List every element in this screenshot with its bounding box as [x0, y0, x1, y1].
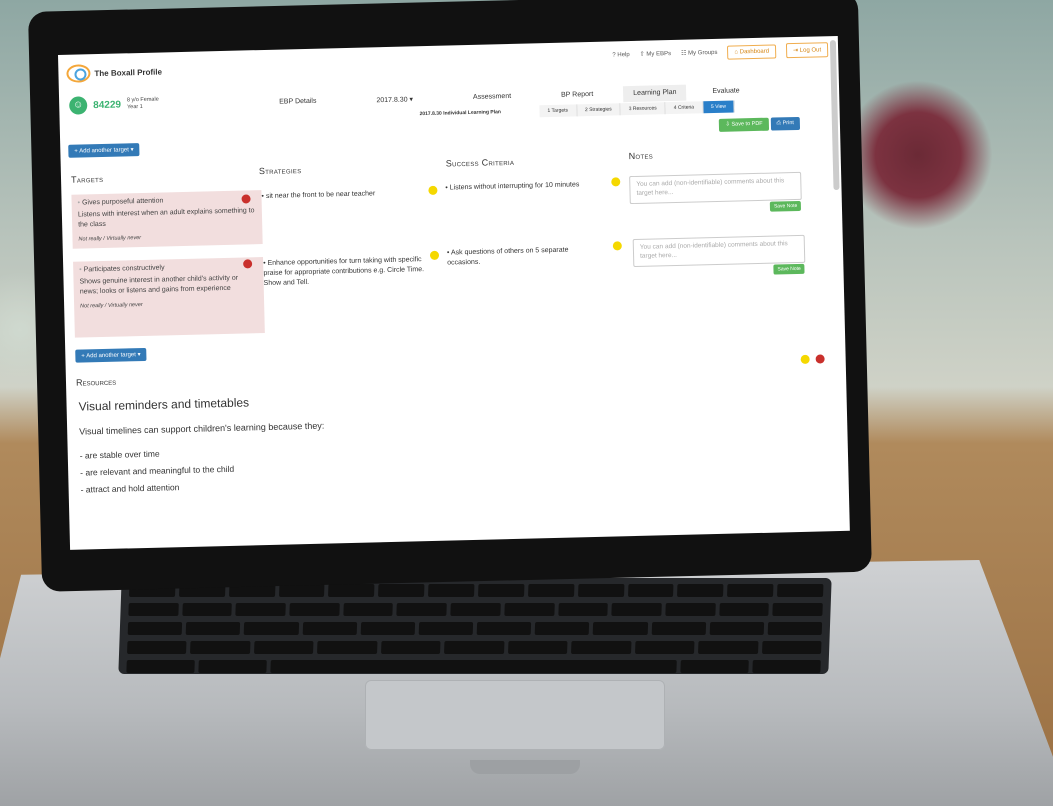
my-groups-link[interactable]: ☷ My Groups: [681, 49, 718, 57]
target-description: Listens with interest when an adult expl…: [77, 207, 255, 229]
save-pdf-button[interactable]: ⇩ Save to PDF: [719, 117, 769, 132]
pupil-year: Year 1: [127, 103, 143, 111]
criteria-text: Listens without interrupting for 10 minu…: [445, 179, 615, 193]
pupil-info: ☺ 84229 8 y/o Female Year 1: [69, 95, 159, 115]
pupil-id: 84229: [93, 98, 122, 111]
dashboard-button[interactable]: ⌂ Dashboard: [727, 43, 777, 60]
tab-evaluate[interactable]: Evaluate: [702, 83, 750, 100]
target-card: Gives purposeful attention Listens with …: [71, 190, 263, 249]
logout-button[interactable]: ⇥ Log Out: [785, 42, 829, 59]
pupil-age-gender: 8 y/o Female: [126, 96, 159, 104]
tab-learning-plan[interactable]: Learning Plan: [623, 84, 687, 103]
step-view[interactable]: 5 View: [702, 100, 736, 114]
scrollbar[interactable]: [829, 39, 840, 191]
strategy-text: Enhance opportunities for turn taking wi…: [263, 255, 429, 289]
app-name: The Boxall Profile: [94, 66, 163, 78]
add-target-button[interactable]: + Add another target ▾: [75, 347, 147, 363]
edit-criteria-icon[interactable]: [611, 177, 621, 187]
resource-title: Visual reminders and timetables: [78, 395, 250, 414]
tab-ebp-details[interactable]: EBP Details: [269, 93, 327, 110]
laptop-notch: [470, 760, 580, 774]
app-logo[interactable]: The Boxall Profile: [66, 62, 163, 83]
save-note-button[interactable]: Save Note: [769, 200, 802, 212]
strategy-text: sit near the front to be near teacher: [261, 188, 421, 202]
boxall-logo-icon: [66, 64, 91, 83]
edit-criteria-icon[interactable]: [612, 241, 622, 251]
strategies-heading: Strategies: [258, 165, 302, 177]
tab-bp-report[interactable]: BP Report: [551, 87, 604, 104]
list-item: - attract and hold attention: [80, 482, 180, 495]
target-description: Shows genuine interest in another child'…: [79, 274, 239, 296]
trackpad: [365, 680, 665, 750]
help-link[interactable]: ? Help: [612, 52, 630, 58]
background-plant: [843, 80, 993, 230]
resource-list: - are stable over time - are relevant an…: [80, 444, 235, 499]
keyboard: [118, 578, 832, 674]
notes-heading: Notes: [628, 150, 654, 162]
targets-heading: Targets: [70, 173, 104, 185]
notes-textarea[interactable]: You can add (non-identifiable) comments …: [629, 171, 802, 205]
plan-actions: ⇩ Save to PDF ⎙ Print: [719, 116, 801, 132]
save-note-button[interactable]: Save Note: [773, 263, 805, 275]
resource-intro: Visual timelines can support children's …: [79, 420, 325, 437]
step-strategies[interactable]: 2 Strategies: [576, 103, 621, 117]
add-target-button[interactable]: + Add another target ▾: [68, 143, 140, 158]
resources-heading: Resources: [75, 376, 117, 388]
top-navigation: ? Help ⇧ My EBPs ☷ My Groups ⌂ Dashboard…: [612, 42, 829, 62]
edit-strategy-icon[interactable]: [429, 250, 440, 260]
edit-strategy-icon[interactable]: [428, 185, 438, 195]
delete-resource-icon[interactable]: [815, 354, 825, 364]
plan-label: 2017.8.30 Individual Learning Plan: [419, 109, 502, 118]
target-rating: Not really / Virtually never: [80, 302, 143, 310]
date-selector[interactable]: 2017.8.30 ▾: [366, 91, 423, 108]
target-card: Participates constructively Shows genuin…: [73, 257, 265, 338]
my-ebps-link[interactable]: ⇧ My EBPs: [640, 50, 672, 58]
notes-textarea[interactable]: You can add (non-identifiable) comments …: [632, 234, 806, 268]
step-targets[interactable]: 1 Targets: [539, 104, 578, 118]
tab-assessment[interactable]: Assessment: [463, 89, 521, 106]
print-button[interactable]: ⎙ Print: [770, 116, 801, 131]
user-icon: ☺: [69, 96, 88, 115]
target-rating: Not really / Virtually never: [78, 235, 142, 243]
criteria-text: Ask questions of others on 5 separate oc…: [447, 245, 597, 269]
step-resources[interactable]: 3 Resources: [620, 102, 666, 116]
step-criteria[interactable]: 4 Criteria: [665, 101, 704, 115]
success-criteria-heading: Success Criteria: [445, 156, 515, 169]
app-screen: The Boxall Profile ? Help ⇧ My EBPs ☷ My…: [58, 35, 850, 550]
edit-resource-icon[interactable]: [800, 354, 810, 364]
